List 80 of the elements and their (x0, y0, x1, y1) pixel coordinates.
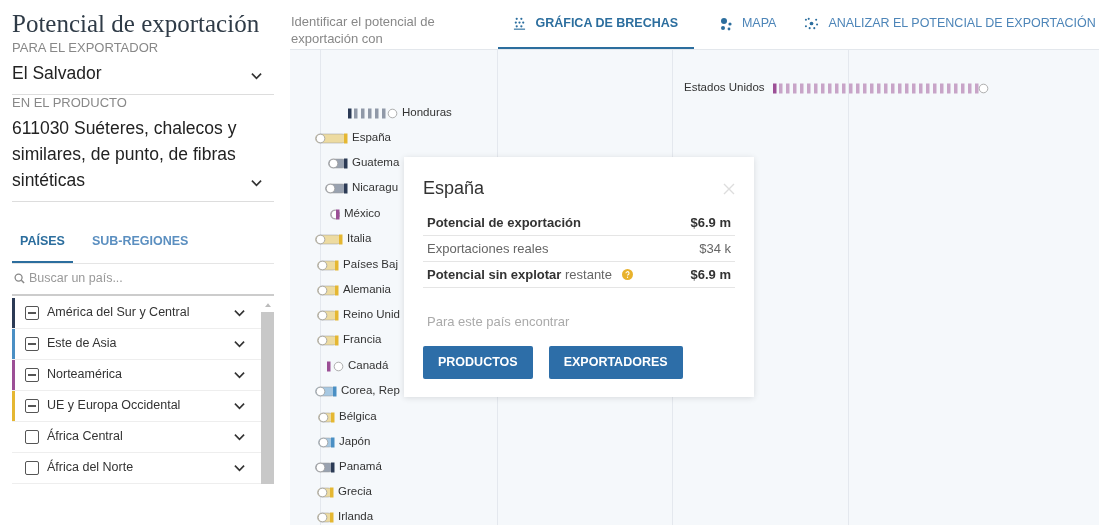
metric-label: Potencial sin explotar restante (427, 265, 612, 284)
checkbox[interactable] (25, 305, 39, 320)
gap-marker-icon (315, 132, 348, 144)
gap-marker-icon (317, 284, 339, 296)
gap-marker-icon (348, 107, 398, 119)
gap-marker-icon (318, 436, 335, 448)
gap-marker-icon (325, 182, 348, 194)
metric-value: $34 k (699, 239, 731, 258)
gap-marker-icon (327, 360, 344, 372)
intro-text: Identificar el potencial de exportación con (290, 13, 436, 48)
metric-label: Exportaciones reales (427, 239, 549, 258)
region-item[interactable]: África del Norte (12, 452, 261, 484)
gap-marker-icon (772, 82, 989, 94)
country-label[interactable]: Guatema (352, 154, 400, 172)
field-label: EN EL PRODUCTO (12, 95, 128, 111)
country-label[interactable]: España (352, 129, 391, 147)
chevron-icon (251, 72, 262, 80)
gap-marker-icon (317, 486, 334, 498)
country-label[interactable]: México (344, 205, 381, 223)
bubbles-icon (718, 16, 733, 31)
metric-value: $6.9 m (690, 213, 731, 232)
chevron-icon (234, 401, 245, 410)
select-field[interactable]: 611030 Suéteres, chalecos y similares, de punto, de fibras sintéticas (12, 115, 274, 202)
action-button[interactable]: PRODUCTOS (423, 345, 533, 379)
gap-marker-icon (317, 334, 339, 346)
checkbox[interactable] (25, 398, 39, 413)
chevron-icon (234, 308, 245, 317)
list-tab[interactable]: PAÍSES (12, 232, 73, 263)
metric-label: Potencial de exportación (427, 213, 581, 232)
prompt-text: Para este país encontrar (426, 313, 571, 331)
region-item[interactable]: Este de Asia (12, 328, 261, 360)
gap-marker-icon (317, 309, 339, 321)
country-label[interactable]: Italia (347, 230, 372, 248)
chevron-icon (251, 179, 262, 187)
chevron-icon (234, 339, 245, 348)
country-label[interactable]: Nicaragu (352, 179, 399, 197)
dot-grid-icon (513, 17, 527, 30)
metric-value: $6.9 m (690, 265, 731, 284)
search-field[interactable]: Buscar un país... (29, 269, 229, 289)
gap-marker-icon (330, 208, 340, 220)
view-tab[interactable]: MAPA (694, 0, 802, 49)
region-item[interactable]: América del Sur y Central (12, 297, 261, 329)
chevron-icon (234, 432, 245, 441)
country-label[interactable]: Francia (343, 331, 382, 349)
country-label[interactable]: Japón (339, 433, 371, 451)
country-label[interactable]: Grecia (338, 483, 372, 501)
select-field[interactable]: El Salvador (12, 60, 274, 95)
country-label[interactable]: Canadá (348, 357, 389, 375)
gap-marker-icon (315, 233, 343, 245)
gap-marker-icon (318, 411, 335, 423)
gap-marker-icon (315, 385, 337, 397)
gap-marker-icon (317, 259, 339, 271)
page-title: Potencial de exportación (12, 9, 261, 39)
view-tab[interactable]: ANALIZAR EL POTENCIAL DE EXPORTACIÓN (801, 0, 1099, 49)
country-label[interactable]: Honduras (402, 104, 452, 122)
region-item[interactable]: África Central (12, 421, 261, 453)
scrollbar-thumb[interactable] (261, 311, 274, 484)
country-label[interactable]: Alemania (343, 281, 391, 299)
region-item[interactable]: UE y Europa Occidental (12, 390, 261, 422)
checkbox[interactable] (25, 429, 39, 444)
country-label[interactable]: Reino Unid (343, 306, 400, 324)
network-icon (804, 17, 820, 30)
country-label[interactable]: Bélgica (339, 408, 377, 426)
checkbox[interactable] (25, 336, 39, 351)
country-label[interactable]: Corea, Rep (341, 382, 400, 400)
gap-marker-icon (315, 461, 335, 473)
chevron-icon (234, 370, 245, 379)
country-label[interactable]: Irlanda (338, 508, 374, 525)
country-label[interactable]: Países Baj (343, 256, 398, 274)
gap-marker-icon (328, 157, 348, 169)
checkbox[interactable] (25, 460, 39, 475)
action-button[interactable]: EXPORTADORES (548, 345, 683, 379)
chevron-icon (234, 463, 245, 472)
region-item[interactable]: Norteamérica (12, 359, 261, 391)
popup-title: España (423, 177, 485, 200)
search-icon (14, 273, 25, 285)
field-label: PARA EL EXPORTADOR (12, 40, 160, 56)
country-label[interactable]: Panamá (339, 458, 382, 476)
checkbox[interactable] (25, 367, 39, 382)
country-label[interactable]: Estados Unidos (684, 79, 765, 97)
